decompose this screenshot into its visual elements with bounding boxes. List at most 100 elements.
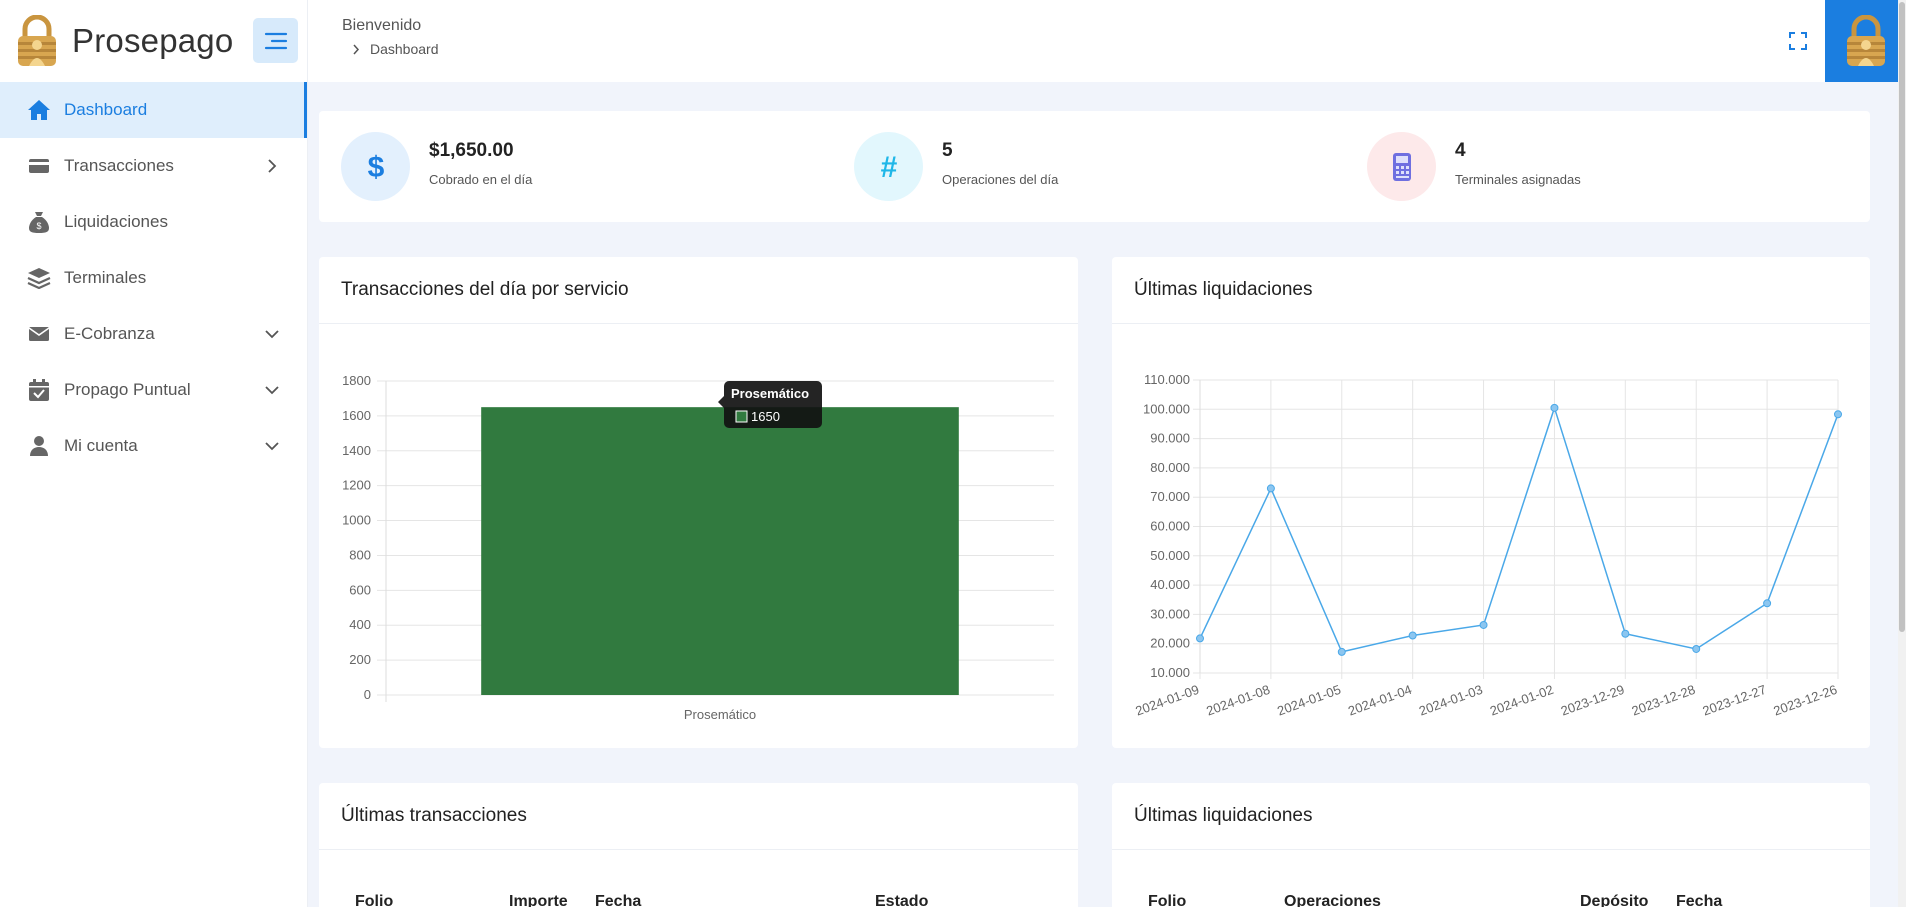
data-point [1266, 484, 1275, 493]
stats-panel: $ $1,650.00 Cobrado en el día # 5 Operac… [319, 111, 1870, 222]
y-tick-label: 10.000 [1150, 665, 1190, 680]
padlock-logo-icon [18, 15, 56, 66]
user-avatar[interactable] [1825, 0, 1906, 82]
menu-lines-icon [264, 32, 287, 49]
y-tick-label: 80.000 [1150, 460, 1190, 475]
data-point [1408, 631, 1417, 640]
data-point [1763, 599, 1772, 608]
column-header-deposito[interactable]: Depósito [1580, 893, 1648, 907]
menu-toggle-button[interactable] [253, 18, 298, 63]
user-icon [26, 433, 52, 459]
y-tick-label: 600 [349, 582, 371, 597]
pos-terminal-icon [1367, 132, 1436, 201]
sidebar-item-label: Dashboard [64, 100, 148, 119]
stat-value: 4 [1455, 140, 1466, 161]
stat-label: Cobrado en el día [429, 172, 533, 187]
stat-cobrado: $ $1,650.00 Cobrado en el día [341, 132, 532, 201]
column-header-importe[interactable]: Importe [509, 893, 568, 907]
x-tick-label: 2024-01-04 [1346, 682, 1414, 719]
envelope-icon [26, 321, 52, 347]
y-tick-label: 1400 [342, 443, 371, 458]
chevron-down-icon [265, 383, 279, 397]
tooltip-value: 1650 [751, 409, 780, 424]
column-header-operaciones[interactable]: Operaciones [1284, 893, 1381, 907]
welcome-text: Bienvenido [342, 17, 422, 34]
y-tick-label: 30.000 [1150, 606, 1190, 621]
y-tick-label: 40.000 [1150, 577, 1190, 592]
y-tick-label: 800 [349, 547, 371, 562]
y-tick-label: 110.000 [1144, 372, 1190, 387]
sidebar-item-label: Propago Puntual [64, 380, 191, 399]
x-tick-label: 2023-12-29 [1559, 682, 1627, 719]
data-point [1550, 403, 1559, 412]
y-tick-label: 1600 [342, 408, 371, 423]
y-tick-label: 0 [364, 687, 371, 702]
line-chart-card: Últimas liquidaciones 10.000 20.000 30.000… [1112, 257, 1870, 748]
data-point [1834, 410, 1842, 419]
sidebar-item-label: Terminales [64, 268, 147, 287]
stat-label: Operaciones del día [942, 172, 1059, 187]
stat-label: Terminales asignadas [1455, 172, 1581, 187]
stat-value: 5 [942, 140, 953, 161]
card-title: Últimas liquidaciones [1112, 257, 1870, 324]
chevron-right-icon [265, 159, 279, 173]
y-tick-label: 100.000 [1143, 401, 1190, 416]
column-header-estado[interactable]: Estado [875, 893, 928, 907]
y-tick-label: 60.000 [1150, 519, 1190, 534]
series-line [1199, 405, 1839, 653]
svg-text:$: $ [36, 221, 41, 231]
x-tick-label: 2023-12-26 [1771, 682, 1839, 719]
chevron-right-icon [352, 44, 360, 55]
hash-icon: # [854, 132, 923, 201]
sidebar-item-e-cobranza[interactable]: E-Cobranza [0, 306, 307, 362]
column-header-folio[interactable]: Folio [1148, 893, 1186, 907]
x-tick-label: 2023-12-28 [1630, 682, 1698, 719]
tooltip-swatch [735, 410, 748, 423]
y-tick-label: 1000 [342, 513, 371, 528]
y-tick-label: 20.000 [1150, 636, 1190, 651]
data-point [1337, 647, 1346, 656]
tooltip-title: Prosemático [731, 386, 809, 401]
sidebar-nav: Dashboard Transacciones $ Liquidaciones … [0, 82, 307, 474]
x-tick-label: 2023-12-27 [1701, 682, 1769, 719]
top-header: Bienvenido Dashboard [308, 0, 1906, 82]
scrollbar-thumb[interactable] [1899, 2, 1905, 632]
breadcrumb: Dashboard [352, 41, 439, 57]
fullscreen-icon[interactable] [1788, 31, 1808, 51]
svg-text:$: $ [367, 151, 384, 183]
y-tick-label: 50.000 [1150, 548, 1190, 563]
bar-chart-card: Transacciones del día por servicio 0 200 4… [319, 257, 1078, 748]
breadcrumb-current[interactable]: Dashboard [370, 41, 439, 57]
card-title: Transacciones del día por servicio [319, 257, 1078, 324]
data-point [1692, 644, 1701, 653]
stat-operaciones: # 5 Operaciones del día [854, 132, 1058, 201]
line-chart: 10.000 20.000 30.000 40.000 50.000 60.000 70.0… [1133, 372, 1842, 719]
x-tick-label: 2024-01-08 [1204, 682, 1272, 719]
y-tick-label: 400 [349, 617, 371, 632]
settlements-card: Últimas liquidaciones Folio Operaciones … [1112, 783, 1870, 907]
column-header-folio[interactable]: Folio [355, 893, 393, 907]
column-header-fecha[interactable]: Fecha [1676, 893, 1722, 907]
y-tick-label: 90.000 [1150, 431, 1190, 446]
layers-icon [26, 265, 52, 291]
y-tick-label: 1200 [342, 478, 371, 493]
column-header-fecha[interactable]: Fecha [595, 893, 641, 907]
sidebar-item-liquidaciones[interactable]: $ Liquidaciones [0, 194, 307, 250]
sidebar-item-terminales[interactable]: Terminales [0, 250, 307, 306]
stat-value: $1,650.00 [429, 140, 514, 161]
chevron-down-icon [265, 439, 279, 453]
sidebar-item-propago-puntual[interactable]: Propago Puntual [0, 362, 307, 418]
padlock-avatar-icon [1846, 15, 1885, 66]
credit-card-icon [26, 153, 52, 179]
page-scrollbar[interactable] [1898, 0, 1906, 907]
sidebar-item-mi-cuenta[interactable]: Mi cuenta [0, 418, 307, 474]
y-tick-label: 70.000 [1150, 489, 1190, 504]
calendar-check-icon [26, 377, 52, 403]
money-bag-icon: $ [26, 209, 52, 235]
x-tick-label: Prosemático [684, 707, 756, 722]
sidebar-item-transacciones[interactable]: Transacciones [0, 138, 307, 194]
transactions-card: Últimas transacciones Folio Importe Fech… [319, 783, 1078, 907]
sidebar-item-dashboard[interactable]: Dashboard [0, 82, 307, 138]
svg-text:#: # [880, 151, 897, 183]
data-point [1196, 634, 1204, 643]
